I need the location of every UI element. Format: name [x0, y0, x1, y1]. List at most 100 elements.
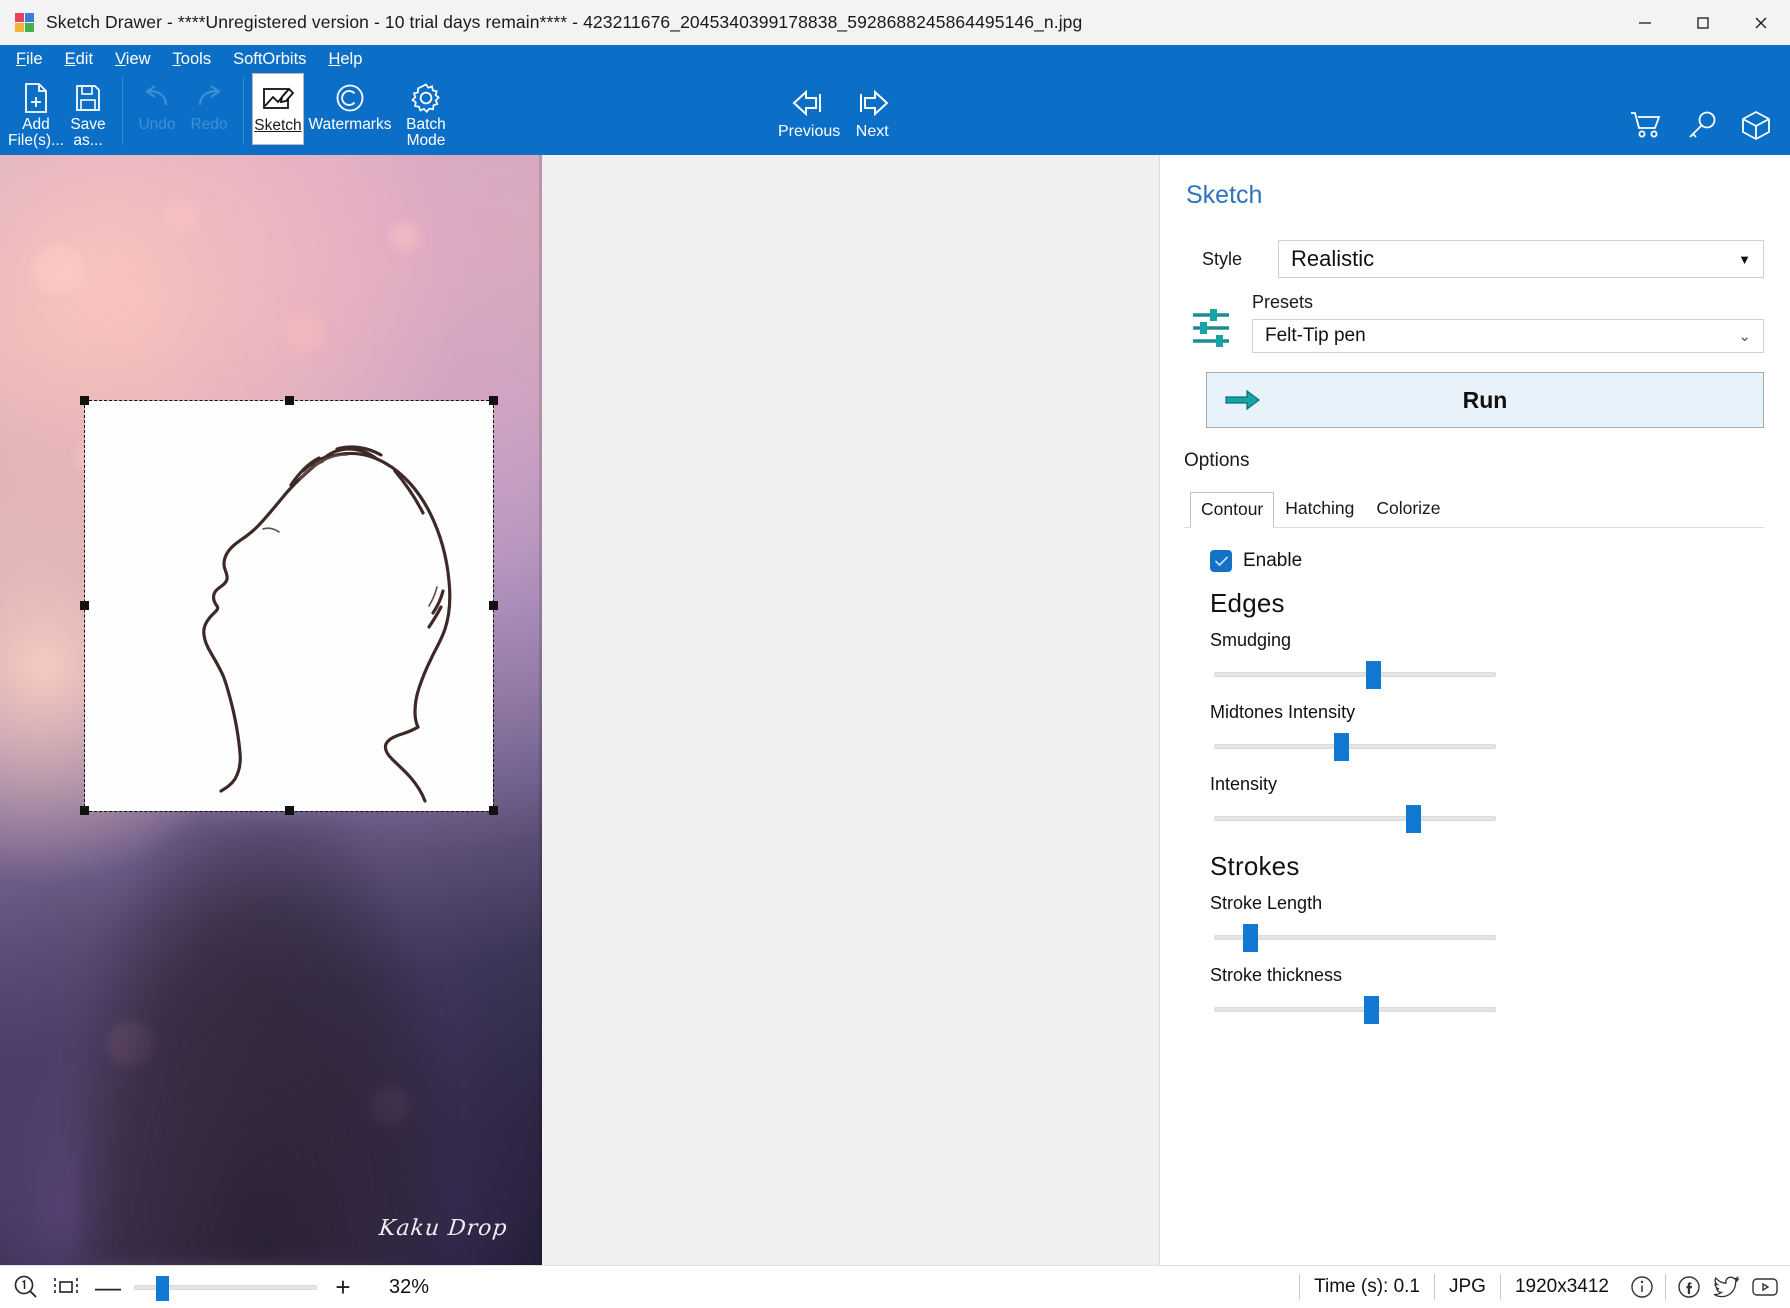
enable-checkbox[interactable] [1210, 550, 1232, 572]
resize-handle-w[interactable] [80, 601, 89, 610]
intensity-thumb[interactable] [1406, 805, 1421, 833]
save-as-label-2: as... [73, 131, 103, 149]
menu-bar: FFileile Edit View Tools SoftOrbits Help [0, 45, 1790, 73]
ribbon-toolbar: Add File(s)... Save as... Undo Redo Sket… [0, 73, 1790, 155]
stroke-thickness-slider[interactable] [1214, 992, 1496, 1026]
tab-contour[interactable]: Contour [1190, 492, 1275, 528]
midtones-intensity-label: Midtones Intensity [1210, 702, 1356, 722]
save-as-label-1: Save [70, 116, 106, 133]
menu-view[interactable]: View [115, 50, 150, 69]
facebook-icon[interactable] [1670, 1275, 1708, 1299]
fit-to-screen-icon[interactable] [46, 1274, 86, 1300]
resize-handle-nw[interactable] [80, 396, 89, 405]
watermarks-button[interactable]: Watermarks [304, 73, 396, 133]
add-files-button[interactable]: Add File(s)... [8, 73, 64, 148]
toolbar-separator-2 [243, 77, 244, 145]
midtones-intensity-thumb[interactable] [1334, 733, 1349, 761]
zoom-1to1-icon[interactable] [6, 1274, 46, 1300]
menu-softorbits[interactable]: SoftOrbits [233, 50, 306, 69]
sketch-icon [262, 80, 294, 118]
smudging-thumb[interactable] [1366, 661, 1381, 689]
stroke-thickness-track [1214, 1007, 1496, 1012]
maximize-button[interactable] [1674, 0, 1732, 45]
redo-label: Redo [190, 116, 228, 133]
box-icon[interactable] [1740, 109, 1772, 146]
twitter-icon[interactable] [1708, 1275, 1746, 1299]
style-row: Style Realistic ▼ [1184, 240, 1764, 278]
sketch-button[interactable]: Sketch [252, 73, 304, 145]
format-status: JPG [1434, 1274, 1500, 1300]
sketch-label: Sketch [254, 117, 302, 134]
image-canvas[interactable]: Kaku Drop [0, 155, 542, 1265]
stroke-length-thumb[interactable] [1243, 924, 1258, 952]
panel-title: Sketch [1186, 181, 1263, 209]
key-icon[interactable] [1686, 110, 1718, 145]
style-value: Realistic [1291, 246, 1375, 271]
resize-handle-sw[interactable] [80, 806, 89, 815]
title-bar: Sketch Drawer - ****Unregistered version… [0, 0, 1790, 45]
save-icon [73, 79, 103, 117]
undo-button[interactable]: Undo [131, 73, 183, 133]
youtube-icon[interactable] [1746, 1275, 1784, 1299]
resize-handle-s[interactable] [285, 806, 294, 815]
resize-handle-n[interactable] [285, 396, 294, 405]
zoom-percent-label: 32% [389, 1275, 430, 1298]
run-label: Run [1462, 386, 1508, 413]
zoom-slider-thumb[interactable] [156, 1276, 169, 1301]
style-dropdown[interactable]: Realistic ▼ [1278, 240, 1764, 278]
run-arrow-icon [1225, 389, 1261, 411]
gear-icon [410, 79, 442, 117]
menu-file[interactable]: FFileile [16, 50, 43, 69]
menu-edit[interactable]: Edit [65, 50, 93, 69]
close-button[interactable] [1732, 0, 1790, 45]
resize-handle-e[interactable] [489, 601, 498, 610]
selection-box[interactable] [80, 396, 498, 815]
intensity-slider[interactable] [1214, 801, 1496, 835]
presets-dropdown[interactable]: Felt-Tip pen ⌄ [1252, 319, 1764, 353]
chevron-down-icon-presets: ⌄ [1738, 328, 1751, 345]
enable-checkbox-row[interactable]: Enable [1210, 550, 1764, 572]
batch-mode-label-1: Batch [406, 116, 446, 133]
info-icon[interactable] [1623, 1275, 1661, 1299]
chevron-down-icon: ▼ [1738, 251, 1751, 267]
menu-help[interactable]: Help [328, 50, 362, 69]
ribbon-right-icons [1630, 109, 1772, 146]
menu-tools[interactable]: Tools [173, 50, 212, 69]
tab-colorize[interactable]: Colorize [1365, 491, 1451, 527]
status-divider [1665, 1274, 1666, 1300]
redo-button[interactable]: Redo [183, 73, 235, 133]
style-label: Style [1202, 248, 1243, 269]
enable-label: Enable [1243, 550, 1303, 571]
midtones-intensity-slider[interactable] [1214, 729, 1496, 763]
resize-handle-se[interactable] [489, 806, 498, 815]
previous-label: Previous [778, 123, 841, 140]
navigation-group: Previous Next [778, 73, 892, 141]
dimensions-status: 1920x3412 [1499, 1274, 1623, 1300]
previous-button[interactable]: Previous [778, 73, 840, 141]
resize-handle-ne[interactable] [489, 396, 498, 405]
presets-value: Felt-Tip pen [1265, 325, 1366, 346]
contour-tab-content: Enable Edges Smudging Midtones Intensity… [1184, 528, 1764, 1026]
status-bar: — + 32% Time (s): 0.1 JPG 1920x3412 [0, 1265, 1790, 1308]
run-button[interactable]: Run [1206, 372, 1764, 428]
stroke-thickness-thumb[interactable] [1364, 996, 1379, 1024]
next-button[interactable]: Next [852, 73, 892, 141]
smudging-track [1214, 672, 1496, 677]
cart-icon[interactable] [1630, 110, 1664, 145]
zoom-in-button[interactable]: + [321, 1272, 365, 1303]
zoom-out-button[interactable]: — [86, 1272, 130, 1303]
batch-mode-button[interactable]: Batch Mode [396, 73, 456, 148]
zoom-slider[interactable] [134, 1272, 317, 1302]
previous-arrow-icon [789, 83, 829, 123]
save-as-button[interactable]: Save as... [62, 73, 114, 148]
undo-label: Undo [138, 116, 176, 133]
tab-hatching[interactable]: Hatching [1274, 491, 1365, 527]
smudging-label: Smudging [1210, 630, 1292, 650]
image-watermark: Kaku Drop [378, 1216, 510, 1241]
smudging-slider[interactable] [1214, 657, 1496, 691]
window-controls [1616, 0, 1790, 45]
minimize-button[interactable] [1616, 0, 1674, 45]
stroke-length-slider[interactable] [1214, 920, 1496, 954]
workspace-background [542, 155, 1159, 1265]
canvas-scrollbar[interactable] [539, 155, 542, 1265]
